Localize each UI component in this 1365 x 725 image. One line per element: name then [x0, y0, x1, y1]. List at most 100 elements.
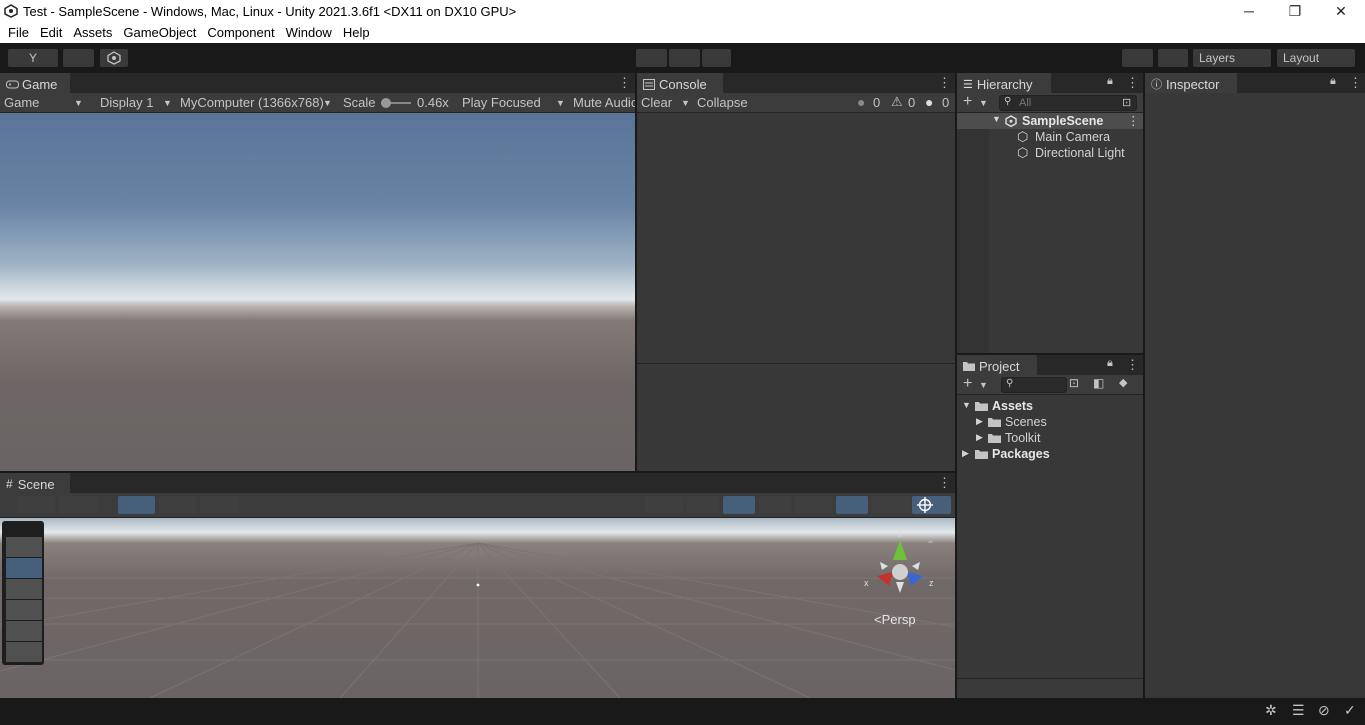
- project-folder-toolkit[interactable]: ▶ Toolkit: [957, 430, 1143, 446]
- layers-dropdown[interactable]: Layers: [1193, 49, 1271, 67]
- 2d-toggle[interactable]: [59, 496, 97, 514]
- display-dropdown[interactable]: Display 1: [100, 95, 153, 110]
- play-mode-dropdown[interactable]: Play Focused: [462, 95, 541, 110]
- hierarchy-search-input[interactable]: ⚲ All ⊡: [999, 95, 1137, 111]
- type-filter-icon[interactable]: ◧: [1093, 376, 1104, 390]
- persp-toggle[interactable]: <Persp: [874, 612, 916, 627]
- add-icon[interactable]: +: [963, 375, 972, 393]
- chevron-down-icon[interactable]: ▼: [979, 380, 988, 390]
- scene-gizmo[interactable]: y x z 🔒︎: [860, 526, 940, 606]
- warning-icon[interactable]: ⚠: [891, 94, 903, 110]
- project-more-icon[interactable]: ⋮: [1126, 357, 1139, 373]
- console-detail-area[interactable]: [637, 364, 955, 471]
- services-button[interactable]: [1158, 49, 1188, 67]
- view-tool-button[interactable]: [6, 537, 42, 557]
- move-tool-button[interactable]: [6, 558, 42, 578]
- inspector-more-icon[interactable]: ⋮: [1349, 75, 1362, 91]
- close-button[interactable]: ✕: [1318, 0, 1364, 22]
- progress-check-icon[interactable]: ✓: [1344, 702, 1356, 719]
- project-search-input[interactable]: ⚲: [1001, 377, 1067, 393]
- console-clear-button[interactable]: Clear: [641, 95, 672, 110]
- label-tag-icon[interactable]: ◆: [1119, 376, 1127, 389]
- game-more-icon[interactable]: ⋮: [618, 75, 631, 91]
- scene-camera-button[interactable]: [912, 496, 951, 514]
- audio-toggle[interactable]: [159, 496, 196, 514]
- scale-slider-knob[interactable]: [381, 98, 391, 108]
- cache-server-icon[interactable]: ☰: [1292, 702, 1305, 719]
- hierarchy-scene-row[interactable]: ▼ SampleScene ⋮: [957, 113, 1143, 129]
- filter-icon[interactable]: ⊡: [1069, 376, 1079, 390]
- scene-viewport[interactable]: y x z 🔒︎ <Persp: [0, 518, 955, 698]
- search-button[interactable]: [1122, 49, 1153, 67]
- minimize-button[interactable]: ─: [1226, 0, 1272, 22]
- console-more-icon[interactable]: ⋮: [938, 75, 951, 91]
- tab-scene[interactable]: # Scene: [0, 473, 70, 493]
- menu-file[interactable]: File: [8, 25, 29, 40]
- project-folder-scenes[interactable]: ▶ Scenes: [957, 414, 1143, 430]
- hierarchy-more-icon[interactable]: ⋮: [1126, 75, 1139, 91]
- restore-button[interactable]: ❐: [1272, 0, 1318, 22]
- menu-edit[interactable]: Edit: [40, 25, 62, 40]
- rotate-tool-button[interactable]: [6, 579, 42, 599]
- menu-component[interactable]: Component: [207, 25, 274, 40]
- snap-settings-button[interactable]: [795, 496, 832, 514]
- rect-tool-button[interactable]: [6, 621, 42, 641]
- layout-dropdown[interactable]: Layout: [1277, 49, 1355, 67]
- console-collapse-toggle[interactable]: Collapse: [697, 95, 748, 110]
- mute-audio-toggle[interactable]: Mute Audio: [573, 95, 635, 110]
- tab-game[interactable]: Game: [0, 73, 70, 93]
- gizmos-dropdown[interactable]: [872, 496, 910, 514]
- expand-arrow-icon[interactable]: ▼: [992, 114, 1001, 124]
- step-button[interactable]: [702, 49, 731, 67]
- cloud-button[interactable]: [63, 49, 94, 67]
- error-icon[interactable]: ●: [925, 94, 933, 110]
- tool-handle-toggle[interactable]: [687, 496, 719, 514]
- chevron-down-icon[interactable]: ▼: [979, 98, 988, 108]
- scale-tool-button[interactable]: [6, 600, 42, 620]
- pivot-toggle[interactable]: [723, 496, 755, 514]
- lock-icon[interactable]: 🔒︎: [1107, 357, 1113, 370]
- account-button[interactable]: Y: [8, 49, 58, 67]
- menu-window[interactable]: Window: [286, 25, 332, 40]
- draw-mode-dropdown[interactable]: [17, 496, 55, 514]
- tab-hierarchy[interactable]: ☰ Hierarchy: [957, 73, 1051, 93]
- collapse-arrow-icon[interactable]: ▶: [962, 448, 969, 459]
- chevron-down-icon[interactable]: ▼: [681, 98, 690, 108]
- console-log-list[interactable]: [637, 113, 955, 363]
- menu-help[interactable]: Help: [343, 25, 370, 40]
- add-icon[interactable]: +: [963, 93, 972, 111]
- hierarchy-item-directional-light[interactable]: ⬡ Directional Light: [957, 145, 1143, 161]
- tab-project[interactable]: Project: [957, 355, 1037, 375]
- collapse-arrow-icon[interactable]: ▶: [976, 416, 983, 427]
- play-button[interactable]: [636, 49, 667, 67]
- auto-generate-lighting-icon[interactable]: ⊘: [1318, 702, 1330, 719]
- game-viewport[interactable]: [0, 113, 635, 471]
- menu-gameobject[interactable]: GameObject: [123, 25, 196, 40]
- project-folder-packages[interactable]: ▶ Packages: [957, 446, 1143, 462]
- hidden-objects-toggle[interactable]: [645, 496, 683, 514]
- info-icon[interactable]: ●: [857, 94, 865, 110]
- scene-more-icon[interactable]: ⋮: [938, 475, 951, 491]
- resolution-dropdown[interactable]: MyComputer (1366x768): [180, 95, 324, 110]
- lighting-toggle[interactable]: [118, 496, 155, 514]
- tab-inspector[interactable]: ⓘ Inspector: [1145, 73, 1237, 93]
- grid-snap-toggle[interactable]: [759, 496, 791, 514]
- transform-tool-button[interactable]: [6, 642, 42, 662]
- scene-more-icon[interactable]: ⋮: [1127, 113, 1140, 128]
- effects-toggle[interactable]: [200, 496, 238, 514]
- lock-icon[interactable]: 🔒︎: [1107, 75, 1113, 88]
- debug-bug-icon[interactable]: ✲: [1265, 702, 1277, 719]
- hierarchy-item-main-camera[interactable]: ⬡ Main Camera: [957, 129, 1143, 145]
- game-view-dropdown[interactable]: Game: [4, 95, 39, 110]
- lock-icon[interactable]: 🔒︎: [1330, 75, 1336, 88]
- project-folder-assets[interactable]: ▼ Assets: [957, 398, 1143, 414]
- folder-icon: [975, 402, 988, 411]
- pause-button[interactable]: [669, 49, 700, 67]
- tab-console[interactable]: Console: [637, 73, 723, 93]
- filter-icon[interactable]: ⊡: [1122, 96, 1131, 109]
- collapse-arrow-icon[interactable]: ▶: [976, 432, 983, 443]
- expand-arrow-icon[interactable]: ▼: [962, 400, 971, 410]
- collab-button[interactable]: [100, 49, 128, 67]
- menu-assets[interactable]: Assets: [73, 25, 112, 40]
- camera-settings-button[interactable]: [836, 496, 868, 514]
